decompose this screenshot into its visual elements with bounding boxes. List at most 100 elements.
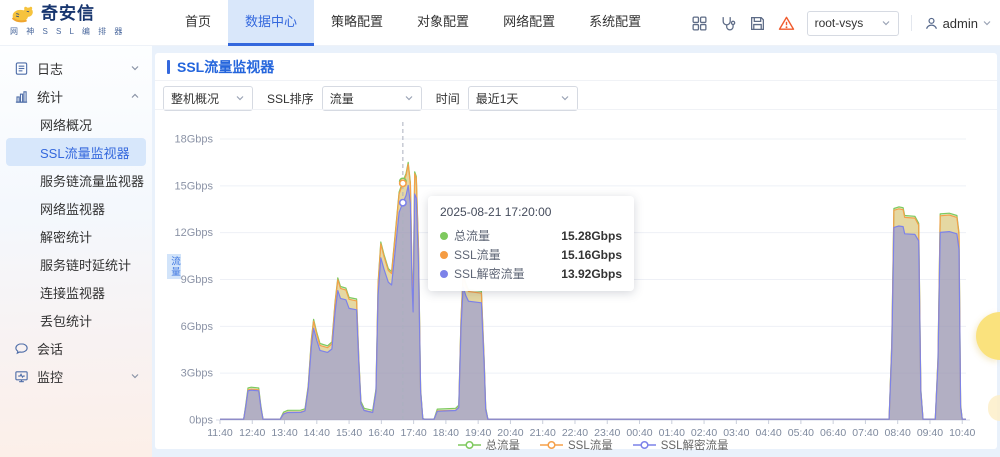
nav-status-icons [691, 15, 795, 32]
sidebar-item-10[interactable]: 会话 [0, 334, 152, 362]
sort-select[interactable]: 流量 [322, 86, 422, 111]
stats-icon [14, 89, 29, 104]
svg-text:12Gbps: 12Gbps [174, 227, 213, 239]
chevron-down-icon [560, 93, 570, 103]
nav-right-cluster: root-vsys admin [691, 0, 992, 46]
tooltip-row-2: SSL解密流量13.92Gbps [440, 264, 622, 283]
chat-icon [14, 341, 29, 356]
legend-item-1[interactable]: SSL流量 [540, 437, 613, 453]
sidebar-item-label: 解密统计 [40, 227, 92, 246]
scope-select-value: 整机概况 [171, 90, 219, 107]
tooltip-rows: 总流量15.28GbpsSSL流量15.16GbpsSSL解密流量13.92Gb… [440, 226, 622, 283]
tooltip-row-0: 总流量15.28Gbps [440, 226, 622, 245]
page-title: SSL流量监视器 [177, 57, 274, 77]
tooltip-timestamp: 2025-08-21 17:20:00 [440, 205, 622, 219]
top-navbar: 奇安信 网 神 S S L 编 排 器 首页数据中心策略配置对象配置网络配置系统… [0, 0, 1000, 46]
tooltip-series-value: 15.16Gbps [561, 248, 622, 262]
sidebar-item-1[interactable]: 统计 [0, 82, 152, 110]
sidebar-item-3[interactable]: SSL流量监视器 [6, 138, 146, 166]
brand-subtitle: 网 神 S S L 编 排 器 [10, 26, 125, 37]
alert-icon[interactable] [778, 15, 795, 32]
svg-text:0bps: 0bps [189, 415, 213, 427]
sidebar-item-6[interactable]: 解密统计 [0, 222, 152, 250]
legend-item-2[interactable]: SSL解密流量 [633, 437, 729, 453]
sidebar-item-label: 服务链流量监视器 [40, 171, 144, 190]
user-name: admin [943, 16, 978, 31]
nav-item-3[interactable]: 对象配置 [400, 0, 486, 46]
nav-item-0[interactable]: 首页 [168, 0, 228, 46]
legend-marker-icon [540, 440, 563, 450]
legend-marker-icon [458, 440, 481, 450]
sidebar-item-label: 连接监视器 [40, 283, 105, 302]
legend-marker-icon [633, 440, 656, 450]
sidebar-item-11[interactable]: 监控 [0, 362, 152, 390]
sidebar-item-label: 日志 [37, 59, 63, 78]
sort-select-value: 流量 [330, 90, 354, 107]
tooltip-series-name: SSL流量 [454, 246, 561, 263]
series-dot-icon [440, 232, 448, 240]
diagnose-icon[interactable] [720, 15, 737, 32]
chevron-down-icon [130, 371, 140, 381]
nav-item-5[interactable]: 系统配置 [572, 0, 658, 46]
sidebar-item-5[interactable]: 网络监视器 [0, 194, 152, 222]
mascot-icon [10, 4, 38, 24]
legend-label: SSL流量 [568, 437, 613, 453]
sidebar-item-label: 网络概况 [40, 115, 92, 134]
tooltip-series-name: 总流量 [454, 227, 561, 244]
legend-label: SSL解密流量 [661, 437, 729, 453]
sidebar-item-9[interactable]: 丢包统计 [0, 306, 152, 334]
svg-text:18Gbps: 18Gbps [174, 134, 213, 146]
filter-toolbar: 整机概况 SSL排序 流量 时间 最近1天 [163, 86, 578, 110]
sidebar: 日志统计网络概况 SSL流量监视器服务链流量监视器网络监视器解密统计服务链时延统计… [0, 46, 152, 457]
sidebar-item-label: 网络监视器 [40, 199, 105, 218]
tooltip-series-value: 13.92Gbps [561, 267, 622, 281]
sidebar-item-label: SSL流量监视器 [40, 143, 130, 162]
time-label: 时间 [436, 90, 460, 107]
svg-text:9Gbps: 9Gbps [181, 274, 214, 286]
sidebar-item-0[interactable]: 日志 [0, 54, 152, 82]
sidebar-item-label: 会话 [37, 339, 63, 358]
sidebar-item-7[interactable]: 服务链时延统计 [0, 250, 152, 278]
series-dot-icon [440, 251, 448, 259]
vsys-select-value: root-vsys [815, 16, 864, 30]
nav-item-2[interactable]: 策略配置 [314, 0, 400, 46]
app-window: 奇安信 网 神 S S L 编 排 器 首页数据中心策略配置对象配置网络配置系统… [0, 0, 1000, 457]
brand-title: 奇安信 [41, 4, 95, 24]
chevron-down-icon [235, 93, 245, 103]
nav-menu: 首页数据中心策略配置对象配置网络配置系统配置 [168, 0, 658, 46]
apps-icon[interactable] [691, 15, 708, 32]
tooltip-row-1: SSL流量15.16Gbps [440, 245, 622, 264]
svg-text:6Gbps: 6Gbps [181, 321, 214, 333]
series-dot-icon [440, 270, 448, 278]
chevron-down-icon [404, 93, 414, 103]
sidebar-item-label: 服务链时延统计 [40, 255, 131, 274]
chevron-up-icon [130, 91, 140, 101]
legend-item-0[interactable]: 总流量 [458, 437, 521, 453]
sidebar-item-8[interactable]: 连接监视器 [0, 278, 152, 306]
nav-item-4[interactable]: 网络配置 [486, 0, 572, 46]
scope-select[interactable]: 整机概况 [163, 86, 253, 111]
svg-text:15Gbps: 15Gbps [174, 180, 213, 192]
sidebar-item-label: 统计 [37, 87, 63, 106]
tooltip-series-name: SSL解密流量 [454, 265, 561, 282]
y-axis-name: 流量 [167, 254, 181, 279]
chevron-down-icon [982, 18, 992, 28]
vsys-select[interactable]: root-vsys [807, 11, 899, 36]
sidebar-item-label: 丢包统计 [40, 311, 92, 330]
nav-divider [911, 15, 912, 31]
page-title-row: SSL流量监视器 [167, 59, 274, 75]
sidebar-item-2[interactable]: 网络概况 [0, 110, 152, 138]
svg-text:3Gbps: 3Gbps [181, 368, 214, 380]
title-accent-bar [167, 60, 170, 74]
nav-item-1[interactable]: 数据中心 [228, 0, 314, 46]
sidebar-item-4[interactable]: 服务链流量监视器 [0, 166, 152, 194]
divider [155, 80, 997, 81]
chart-tooltip: 2025-08-21 17:20:00 总流量15.28GbpsSSL流量15.… [428, 196, 634, 291]
monitor-icon [14, 369, 29, 384]
user-menu[interactable]: admin [924, 16, 992, 31]
save-icon[interactable] [749, 15, 766, 32]
time-select[interactable]: 最近1天 [468, 86, 578, 111]
chevron-down-icon [130, 63, 140, 73]
log-icon [14, 61, 29, 76]
user-icon [924, 16, 939, 31]
